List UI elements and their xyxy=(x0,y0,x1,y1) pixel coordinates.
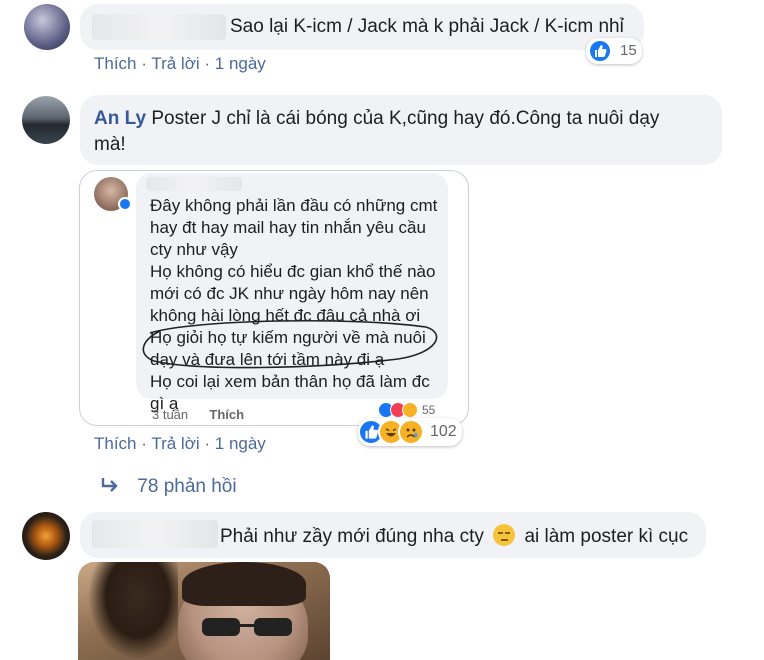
sad-reaction-icon xyxy=(402,402,418,418)
screenshot-line: mới có đc JK như ngày hôm nay nên xyxy=(150,284,429,303)
attached-photo[interactable] xyxy=(78,562,330,660)
attached-screenshot[interactable]: Đây không phải lần đầu có những cmt hay … xyxy=(79,170,469,426)
screenshot-bubble: Đây không phải lần đầu có những cmt hay … xyxy=(136,173,448,413)
photo-hair xyxy=(182,562,306,606)
comment-bubble xyxy=(80,95,722,165)
screenshot-meta: 3 tuần Thích xyxy=(152,407,244,422)
comment-text: Poster J chỉ là cái bóng của K,cũng hay … xyxy=(151,108,660,129)
comment-text-continued: mà! xyxy=(94,134,126,155)
screenshot-line: Đây không phải lần đầu có những cmt xyxy=(150,196,438,215)
screenshot-line: cty như vậy xyxy=(150,240,238,259)
comment-actions: Thích · Trả lời · 1 ngày xyxy=(94,54,266,74)
screenshot-line: hay đt hay mail hay tin nhắn yêu cầu xyxy=(150,218,426,237)
sunglasses-icon xyxy=(202,618,294,636)
reaction-count: 102 xyxy=(430,423,457,440)
sad-reaction-icon xyxy=(398,419,424,445)
photo-person-left xyxy=(88,562,178,660)
replies-count-label: 78 phản hồi xyxy=(137,476,237,497)
unamused-emoji-icon xyxy=(493,524,516,546)
view-replies-link[interactable]: 78 phản hồi xyxy=(100,476,237,498)
separator-dot: · xyxy=(141,434,152,453)
screenshot-author-blurred xyxy=(146,177,242,191)
verified-badge-icon xyxy=(118,197,132,211)
author-name-blurred[interactable] xyxy=(92,14,226,40)
author-name[interactable]: An Ly xyxy=(94,108,146,129)
handdrawn-circle-annotation xyxy=(142,319,438,369)
like-link[interactable]: Thích xyxy=(94,434,137,453)
avatar[interactable] xyxy=(24,4,70,50)
screenshot-text: Đây không phải lần đầu có những cmt hay … xyxy=(150,195,437,415)
comment-first-line: An Ly Poster J chỉ là cái bóng của K,cũn… xyxy=(94,108,659,130)
reply-arrow-icon xyxy=(101,478,118,492)
comment-text: Sao lại K-icm / Jack mà k phải Jack / K-… xyxy=(230,16,624,37)
separator-dot: · xyxy=(141,54,152,73)
comment-actions: Thích · Trả lời · 1 ngày xyxy=(94,434,266,454)
like-reaction-icon xyxy=(588,39,612,63)
comment-text: Phải như zầy mới đúng nha cty xyxy=(220,526,484,547)
reaction-summary[interactable]: 102 xyxy=(358,418,462,446)
reply-link[interactable]: Trả lời xyxy=(151,434,199,453)
like-link[interactable]: Thích xyxy=(94,54,137,73)
timestamp[interactable]: 1 ngày xyxy=(215,434,266,453)
reaction-count: 15 xyxy=(620,42,637,59)
screenshot-time: 3 tuần xyxy=(152,407,189,422)
comment-first-line: Phải như zầy mới đúng nha cty ai làm pos… xyxy=(220,524,688,548)
avatar[interactable] xyxy=(22,512,70,560)
comment-text-continued: ai làm poster kì cục xyxy=(524,526,689,547)
reaction-summary[interactable]: 15 xyxy=(586,38,642,64)
screenshot-line: Họ không có hiểu đc gian khổ thế nào xyxy=(150,262,436,281)
avatar[interactable] xyxy=(22,96,70,144)
screenshot-like: Thích xyxy=(209,407,245,422)
timestamp[interactable]: 1 ngày xyxy=(215,54,266,73)
separator-dot: · xyxy=(204,54,215,73)
reply-link[interactable]: Trả lời xyxy=(151,54,199,73)
screenshot-reaction-count: 55 xyxy=(422,403,436,417)
author-name-blurred[interactable] xyxy=(92,520,218,548)
separator-dot: · xyxy=(204,434,215,453)
